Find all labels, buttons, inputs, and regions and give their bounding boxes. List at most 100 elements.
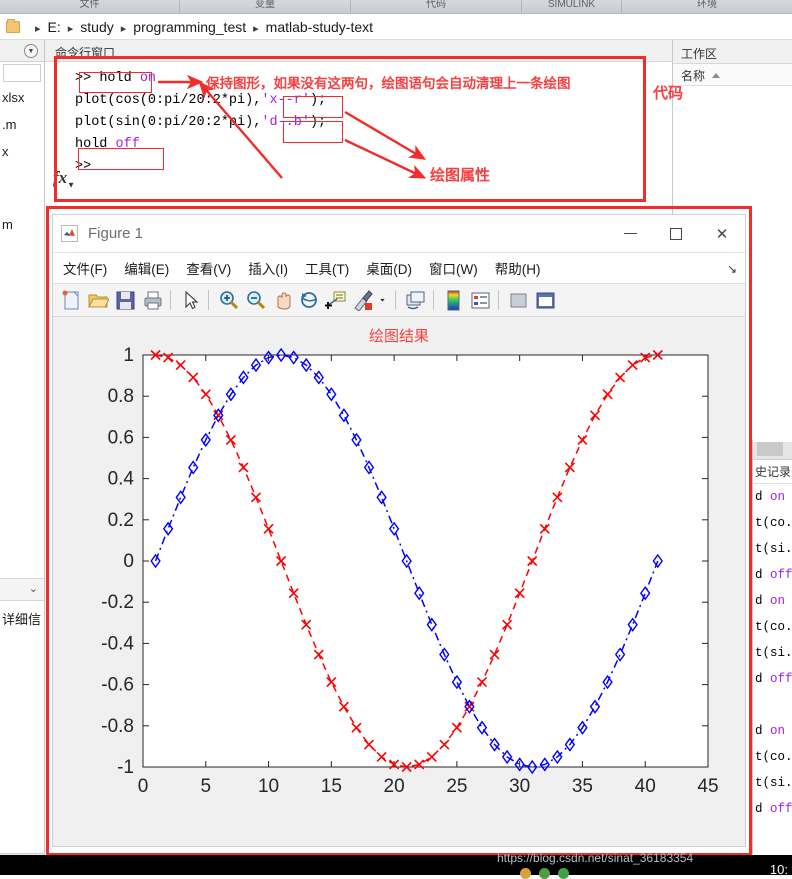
- command-history-item[interactable]: t(co.: [753, 744, 792, 770]
- figure-menu-3[interactable]: 插入(I): [248, 262, 288, 277]
- pan-icon[interactable]: [269, 288, 294, 313]
- history-tab[interactable]: [757, 442, 783, 456]
- command-history-item[interactable]: t(si.: [753, 536, 792, 562]
- figure-menu-6[interactable]: 窗口(W): [429, 262, 478, 277]
- x-tick-label: 20: [384, 776, 405, 797]
- file-list[interactable]: xlsx .m x m: [0, 84, 44, 238]
- figure-menu-items[interactable]: 文件(F) 编辑(E) 查看(V) 插入(I) 工具(T) 桌面(D) 窗口(W) 帮助(H): [63, 258, 557, 278]
- data-cursor-icon[interactable]: [323, 288, 348, 313]
- ribbon-group-3[interactable]: SIMULINK: [522, 0, 622, 13]
- workspace-title: 工作区: [681, 47, 718, 61]
- ribbon-group-0[interactable]: 文件: [0, 0, 180, 13]
- figure-titlebar[interactable]: Figure 1 ✕: [53, 215, 745, 253]
- legend-icon[interactable]: [467, 288, 492, 313]
- y-tick-label: 0.4: [108, 469, 135, 490]
- code-token: off: [115, 137, 140, 152]
- rotate-3d-icon[interactable]: [296, 288, 321, 313]
- code-token: plot(cos(0:pi/20:2*pi),: [75, 93, 262, 108]
- file-list-item[interactable]: m: [0, 211, 44, 238]
- code-token: );: [309, 93, 327, 108]
- print-figure-icon[interactable]: [139, 288, 164, 313]
- figure-menu-2[interactable]: 查看(V): [186, 262, 231, 277]
- code-token: 'd-.b': [261, 115, 310, 130]
- command-history-item[interactable]: t(si.: [753, 770, 792, 796]
- command-history-item[interactable]: d off: [753, 796, 792, 822]
- figure-menu-7[interactable]: 帮助(H): [495, 262, 541, 277]
- zoom-in-icon[interactable]: [215, 288, 240, 313]
- command-history-item[interactable]: t(si.: [753, 640, 792, 666]
- ribbon-tab-strip[interactable]: 文件 变量 代码 SIMULINK 环境: [0, 0, 792, 14]
- command-history-item[interactable]: d on: [753, 588, 792, 614]
- plot-axes[interactable]: 0 5 10 15 20 25 30 35 40 45 -1 -0.8 -0.6 -0.4 -0.2 0 0.2…: [53, 317, 747, 847]
- command-history-item[interactable]: d off: [753, 666, 792, 692]
- sort-ascending-icon[interactable]: [712, 73, 721, 78]
- folder-icon: [6, 18, 20, 33]
- link-plot-icon[interactable]: [402, 288, 427, 313]
- ribbon-group-1[interactable]: 变量: [180, 0, 351, 13]
- save-figure-icon[interactable]: [112, 288, 137, 313]
- workspace-header: 工作区: [673, 40, 792, 64]
- command-window[interactable]: 命令行窗口 fx▼ >> hold on plot(cos(0:pi/20:2*p…: [45, 40, 672, 208]
- open-file-icon[interactable]: [85, 288, 110, 313]
- close-icon[interactable]: ✕: [699, 215, 745, 253]
- brush-dropdown-icon[interactable]: [377, 288, 389, 313]
- toolbar-separator: [395, 290, 396, 310]
- breadcrumb-item-3[interactable]: matlab-study-text: [266, 19, 373, 35]
- command-line: >>: [75, 156, 672, 178]
- code-token: hold: [99, 71, 140, 86]
- taskbar-icon-1: [520, 868, 531, 879]
- workspace-column-header[interactable]: 名称: [673, 64, 792, 86]
- toolbar-separator: [498, 290, 499, 310]
- x-tick-label: 45: [697, 776, 718, 797]
- details-collapse-toggle[interactable]: ⌄: [0, 578, 44, 600]
- breadcrumb-item-0[interactable]: E:: [48, 19, 61, 35]
- ribbon-group-4[interactable]: 环境: [622, 0, 792, 13]
- current-folder-panel[interactable]: ▼ xlsx.mxm ⌄ 详细信 ›: [0, 40, 45, 875]
- brush-data-icon[interactable]: [350, 288, 375, 313]
- minimize-icon[interactable]: [607, 215, 653, 253]
- breadcrumb-item-2[interactable]: programming_test: [133, 19, 246, 35]
- new-figure-icon[interactable]: [58, 288, 83, 313]
- breadcrumb-separator: ▸: [67, 22, 74, 35]
- figure-menu-1[interactable]: 编辑(E): [124, 262, 169, 277]
- x-tick-label: 15: [321, 776, 342, 797]
- breadcrumb[interactable]: ▸ E: ▸ study ▸ programming_test ▸ matlab-study-…: [0, 14, 792, 40]
- figure-canvas[interactable]: 绘图结果 0 5 10 15 20 25 30 35 40 45 -1 -0.8 -0.6 -0.4 -0.…: [53, 317, 745, 846]
- pointer-select-icon[interactable]: [177, 288, 202, 313]
- ribbon-group-2[interactable]: 代码: [351, 0, 522, 13]
- y-tick-label: 0.2: [108, 510, 134, 531]
- colorbar-icon[interactable]: [440, 288, 465, 313]
- command-history-item[interactable]: t(co.: [753, 510, 792, 536]
- figure-menu-0[interactable]: 文件(F): [63, 262, 107, 277]
- breadcrumb-item-1[interactable]: study: [80, 19, 113, 35]
- figure-menu-4[interactable]: 工具(T): [305, 262, 349, 277]
- maximize-icon[interactable]: [653, 215, 699, 253]
- command-history-item[interactable]: d off: [753, 562, 792, 588]
- fx-icon[interactable]: fx▼: [53, 167, 75, 196]
- command-history-panel[interactable]: 史记录 d on t(co. t(si. d off d on t(co. t(si. d o…: [752, 440, 792, 855]
- x-tick-label: 5: [200, 776, 211, 797]
- folder-search-input[interactable]: [3, 64, 41, 82]
- code-token: plot(sin(0:pi/20:2*pi),: [75, 115, 262, 130]
- command-history-item[interactable]: .: [753, 692, 792, 718]
- file-list-item[interactable]: xlsx: [0, 84, 44, 111]
- file-list-item[interactable]: .m: [0, 111, 44, 138]
- figure-menu-5[interactable]: 桌面(D): [366, 262, 412, 277]
- command-history-item[interactable]: d on: [753, 718, 792, 744]
- figure-toolbar[interactable]: [53, 284, 745, 317]
- hide-plot-tools-icon[interactable]: [505, 288, 530, 313]
- watermark-url: https://blog.csdn.net/sinat_36183354: [497, 851, 694, 865]
- breadcrumb-items[interactable]: ▸ E: ▸ study ▸ programming_test ▸ matlab-study-…: [28, 19, 373, 35]
- command-history-item[interactable]: t(co.: [753, 614, 792, 640]
- y-tick-label: -0.4: [101, 633, 134, 654]
- command-history-item[interactable]: d on: [753, 484, 792, 510]
- overflow-arrow-icon[interactable]: ↘: [727, 262, 737, 276]
- figure-menubar[interactable]: 文件(F) 编辑(E) 查看(V) 插入(I) 工具(T) 桌面(D) 窗口(W) 帮助(H)…: [53, 253, 745, 284]
- chevron-down-icon[interactable]: ▼: [24, 44, 38, 58]
- file-list-item[interactable]: x: [0, 138, 44, 181]
- zoom-out-icon[interactable]: [242, 288, 267, 313]
- show-plot-tools-icon[interactable]: [532, 288, 557, 313]
- history-tab-strip[interactable]: [753, 442, 792, 460]
- figure-window[interactable]: Figure 1 ✕ 文件(F) 编辑(E) 查看(V) 插入(I) 工具(T) 桌面(D…: [52, 214, 746, 847]
- command-history-list[interactable]: d ont(co.t(si.d offd ont(co.t(si.d off.d…: [753, 484, 792, 822]
